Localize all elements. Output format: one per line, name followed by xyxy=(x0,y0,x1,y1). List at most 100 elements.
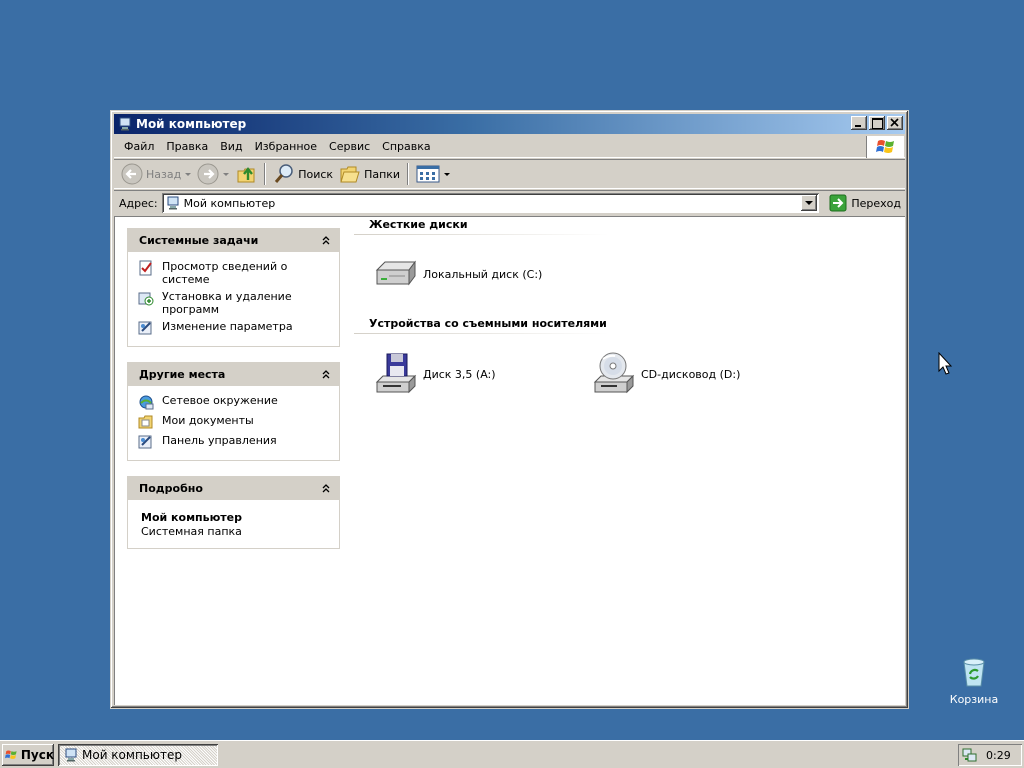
toolbar: Назад Поиск Папки xyxy=(114,159,905,189)
title-bar[interactable]: Мой компьютер xyxy=(114,114,905,134)
place-network[interactable]: Сетевое окружение xyxy=(138,394,329,410)
other-places-header[interactable]: Другие места xyxy=(128,363,339,386)
folders-button[interactable]: Папки xyxy=(336,161,403,187)
close-button[interactable] xyxy=(887,116,903,130)
menu-favorites[interactable]: Избранное xyxy=(249,138,323,155)
address-bar: Адрес: Мой компьютер Переход xyxy=(114,190,905,215)
task-change-setting[interactable]: Изменение параметра xyxy=(138,320,329,336)
go-button[interactable]: Переход xyxy=(825,192,905,214)
window-title: Мой компьютер xyxy=(136,117,247,131)
search-label: Поиск xyxy=(298,167,334,181)
folder-up-icon xyxy=(237,167,255,183)
network-tray-icon[interactable] xyxy=(962,747,978,763)
details-title: Подробно xyxy=(139,482,203,495)
system-tasks-header[interactable]: Системные задачи xyxy=(128,229,339,252)
task-view-system-info[interactable]: Просмотр сведений о системе xyxy=(138,260,329,286)
my-documents-icon xyxy=(138,415,153,429)
windows-flag-icon xyxy=(5,750,17,759)
forward-button[interactable] xyxy=(194,161,232,187)
search-icon xyxy=(275,164,293,183)
task-add-remove-programs[interactable]: Установка и удаление программ xyxy=(138,290,329,316)
group-divider xyxy=(354,234,609,235)
folders-icon xyxy=(340,166,360,183)
removable-heading: Устройства со съемными носителями xyxy=(369,317,607,330)
task-label: Изменение параметра xyxy=(162,320,293,333)
taskbar: Пуск Мой компьютер 0:29 xyxy=(0,740,1024,768)
address-label: Адрес: xyxy=(119,196,158,210)
go-label: Переход xyxy=(851,196,901,210)
up-folder-button[interactable] xyxy=(232,161,260,187)
computer-icon xyxy=(65,748,77,762)
task-pane: Системные задачи Просмотр сведений о сис… xyxy=(127,228,340,564)
forward-arrow-icon xyxy=(197,163,219,185)
collapse-chevron-icon[interactable] xyxy=(321,482,331,494)
place-label: Сетевое окружение xyxy=(162,394,278,407)
views-button[interactable] xyxy=(413,161,453,187)
collapse-chevron-icon[interactable] xyxy=(321,368,331,380)
drive-a[interactable]: Диск 3,5 (A:) xyxy=(371,350,496,398)
mouse-cursor-icon xyxy=(938,352,953,375)
drive-d[interactable]: CD-дисковод (D:) xyxy=(589,350,740,398)
drives-area: Жесткие диски Локальный диск (C:) Устрой… xyxy=(354,216,905,705)
computer-icon xyxy=(167,196,179,210)
menu-tools[interactable]: Сервис xyxy=(323,138,376,155)
floppy-drive-icon xyxy=(375,353,417,394)
menu-edit[interactable]: Правка xyxy=(160,138,214,155)
start-label: Пуск xyxy=(20,748,54,762)
drive-label: Локальный диск (C:) xyxy=(423,267,543,281)
close-icon xyxy=(890,118,899,127)
address-dropdown-button[interactable] xyxy=(801,195,818,211)
collapse-chevron-icon[interactable] xyxy=(321,234,331,246)
add-remove-programs-icon xyxy=(138,292,154,306)
group-divider xyxy=(354,333,609,334)
back-dropdown-icon[interactable] xyxy=(185,172,192,176)
place-my-documents[interactable]: Мои документы xyxy=(138,414,329,430)
recycle-bin[interactable]: Корзина xyxy=(946,656,1002,706)
minimize-button[interactable] xyxy=(851,116,867,130)
back-label: Назад xyxy=(146,167,182,181)
place-label: Мои документы xyxy=(162,414,254,427)
other-places-title: Другие места xyxy=(139,368,226,381)
folder-view: Системные задачи Просмотр сведений о сис… xyxy=(114,216,905,705)
drive-label: Диск 3,5 (A:) xyxy=(423,367,496,381)
hard-drives-heading: Жесткие диски xyxy=(369,218,468,231)
system-tray: 0:29 xyxy=(958,744,1022,766)
details-type: Системная папка xyxy=(141,525,242,538)
go-arrow-icon xyxy=(829,194,847,212)
back-arrow-icon xyxy=(121,163,143,185)
toolbar-separator xyxy=(264,163,267,185)
system-tasks-title: Системные задачи xyxy=(139,234,259,247)
place-label: Панель управления xyxy=(162,434,277,447)
address-input[interactable]: Мой компьютер xyxy=(161,193,820,213)
start-button[interactable]: Пуск xyxy=(2,744,54,766)
maximize-button[interactable] xyxy=(869,116,885,130)
system-tasks-panel: Системные задачи Просмотр сведений о сис… xyxy=(127,228,340,347)
details-header[interactable]: Подробно xyxy=(128,477,339,500)
hard-drive-icon xyxy=(375,260,416,286)
recycle-bin-label: Корзина xyxy=(949,693,999,706)
control-panel-icon xyxy=(138,321,152,335)
toolbar-separator xyxy=(407,163,410,185)
menu-bar: Файл Правка Вид Избранное Сервис Справка xyxy=(114,136,905,158)
system-info-icon xyxy=(139,260,152,276)
menu-file[interactable]: Файл xyxy=(118,138,160,155)
taskbar-window-label: Мой компьютер xyxy=(82,748,182,762)
windows-flag-icon xyxy=(875,140,894,153)
other-places-panel: Другие места Сетевое окружение Мои докум… xyxy=(127,362,340,461)
network-places-icon xyxy=(139,395,154,410)
control-panel-icon xyxy=(138,435,152,449)
place-control-panel[interactable]: Панель управления xyxy=(138,434,329,450)
recycle-bin-icon xyxy=(963,658,985,687)
views-dropdown-icon[interactable] xyxy=(444,172,451,176)
window-controls xyxy=(851,116,903,130)
back-button[interactable]: Назад xyxy=(118,161,194,187)
taskbar-window-button[interactable]: Мой компьютер xyxy=(58,744,218,766)
details-name: Мой компьютер xyxy=(141,511,243,524)
menu-help[interactable]: Справка xyxy=(376,138,436,155)
clock[interactable]: 0:29 xyxy=(986,749,1011,762)
task-label: Просмотр сведений о системе xyxy=(162,260,288,286)
search-button[interactable]: Поиск xyxy=(270,161,336,187)
forward-dropdown-icon[interactable] xyxy=(223,172,230,176)
menu-view[interactable]: Вид xyxy=(214,138,248,155)
drive-c[interactable]: Локальный диск (C:) xyxy=(371,254,542,294)
